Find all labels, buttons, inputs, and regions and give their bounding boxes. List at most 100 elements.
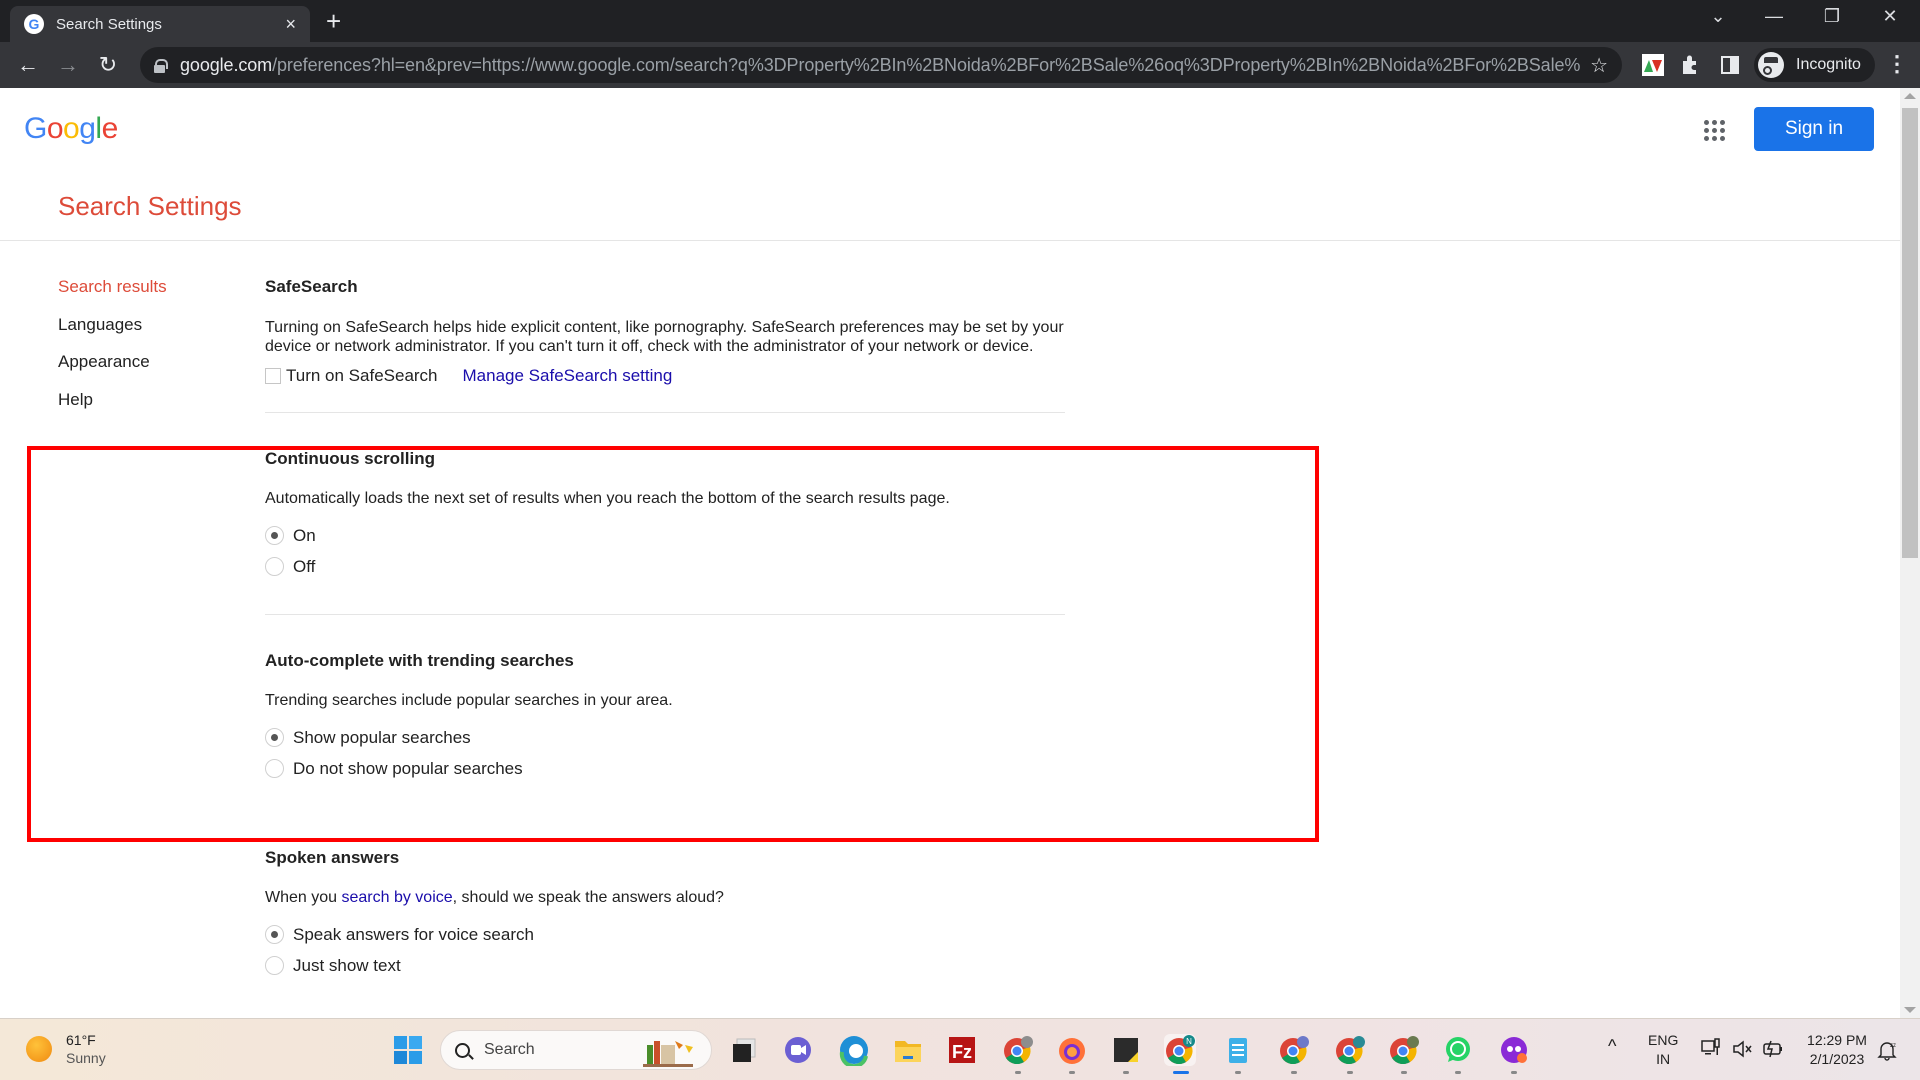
extensions-puzzle-icon[interactable] [1678,52,1704,78]
autocomplete-section: Auto-complete with trending searches Tre… [265,651,1065,784]
scrollbar-thumb[interactable] [1902,108,1918,558]
sidebar-item-search-results[interactable]: Search results [58,277,167,315]
radio-just-text[interactable] [265,956,284,975]
filezilla-icon[interactable]: Fz [946,1034,978,1066]
bookmark-star-icon[interactable]: ☆ [1590,53,1608,78]
clock-date: 2/1/2023 [1809,1051,1865,1067]
whatsapp-icon[interactable] [1442,1034,1474,1066]
firefox-private-icon[interactable] [1498,1034,1530,1066]
task-view-icon[interactable] [728,1034,760,1066]
new-tab-button[interactable]: + [326,8,341,34]
manage-safesearch-link[interactable]: Manage SafeSearch setting [463,366,673,386]
option-label: Speak answers for voice search [293,924,534,944]
hide-popular-searches-option[interactable]: Do not show popular searches [265,753,1065,784]
chrome-profile-icon[interactable] [1388,1034,1420,1066]
show-popular-searches-option[interactable]: Show popular searches [265,722,1065,753]
side-panel-icon[interactable] [1717,52,1743,78]
active-window-indicator [1173,1071,1189,1074]
google-apps-icon[interactable] [1702,118,1726,142]
chrome-profile-icon[interactable] [1278,1034,1310,1066]
back-button[interactable]: ← [14,52,42,78]
forward-button[interactable]: → [54,52,82,78]
sunny-weather-icon [26,1036,52,1062]
minimize-button[interactable]: — [1754,6,1794,27]
language-indicator[interactable]: ENG IN [1648,1031,1678,1069]
weather-widget[interactable]: 61°F Sunny [26,1031,106,1067]
desc-prefix: When you [265,889,342,906]
tray-overflow-chevron-icon[interactable]: ^ [1608,1037,1616,1056]
safesearch-section: SafeSearch Turning on SafeSearch helps h… [265,277,1065,387]
section-divider [265,614,1065,615]
firefox-icon[interactable] [1056,1034,1088,1066]
running-indicator [1455,1071,1461,1074]
option-label: Just show text [293,955,401,975]
running-indicator [1069,1071,1075,1074]
logo-letter: g [79,112,96,145]
safesearch-checkbox-label[interactable]: Turn on SafeSearch [286,366,438,386]
chrome-active-window-icon[interactable]: N [1164,1034,1196,1066]
option-label: Show popular searches [293,727,471,747]
clock[interactable]: 12:29 PM 2/1/2023 [1800,1031,1874,1069]
continuous-scrolling-on-option[interactable]: On [265,520,1065,551]
settings-sidebar: Search results Languages Appearance Help [58,277,167,427]
running-indicator [1511,1071,1517,1074]
sign-in-button[interactable]: Sign in [1754,107,1874,151]
speak-answers-option[interactable]: Speak answers for voice search [265,919,1065,950]
browser-titlebar: G Search Settings × + ⌄ — ❐ ✕ [0,0,1920,42]
lock-icon[interactable] [154,58,168,73]
incognito-profile-button[interactable]: Incognito [1754,48,1875,82]
tab-title: Search Settings [56,15,162,33]
spoken-answers-description: When you search by voice, should we spea… [265,888,1065,907]
tab-search-chevron-icon[interactable]: ⌄ [1698,6,1738,27]
continuous-scrolling-section: Continuous scrolling Automatically loads… [265,449,1065,582]
battery-charging-icon[interactable] [1762,1039,1784,1059]
search-settings-page: Google Sign in Search Settings Search re… [0,88,1900,1018]
network-icon[interactable] [1700,1037,1722,1059]
desc-suffix: , should we speak the answers aloud? [452,889,724,906]
windows-start-icon[interactable] [392,1034,424,1066]
extension-icon[interactable] [1640,52,1666,78]
svg-text:N: N [1186,1037,1192,1046]
google-logo[interactable]: Google [24,112,118,146]
radio-off[interactable] [265,557,284,576]
sidebar-item-languages[interactable]: Languages [58,315,167,353]
scroll-up-arrow-icon[interactable] [1904,93,1916,99]
notifications-bell-icon[interactable]: zz [1876,1039,1898,1061]
restore-button[interactable]: ❐ [1812,6,1852,27]
file-explorer-icon[interactable] [892,1034,924,1066]
teams-chat-icon[interactable] [782,1034,814,1066]
tab-close-icon[interactable]: × [285,14,296,35]
volume-muted-icon[interactable] [1732,1039,1754,1059]
continuous-scrolling-title: Continuous scrolling [265,449,435,468]
just-show-text-option[interactable]: Just show text [265,950,1065,981]
reload-button[interactable]: ↻ [94,52,122,78]
taskbar-search-box[interactable]: Search [440,1030,712,1070]
radio-show-popular[interactable] [265,728,284,747]
chrome-profile-icon[interactable] [1334,1034,1366,1066]
scroll-down-arrow-icon[interactable] [1904,1007,1916,1013]
sidebar-item-help[interactable]: Help [58,390,167,428]
browser-tab-active[interactable]: G Search Settings × [10,6,310,42]
option-label: On [293,525,316,545]
radio-hide-popular[interactable] [265,759,284,778]
continuous-scrolling-off-option[interactable]: Off [265,551,1065,582]
search-by-voice-link[interactable]: search by voice [341,889,452,906]
safesearch-checkbox[interactable] [265,368,281,384]
taskbar-search-label: Search [484,1041,535,1058]
close-window-button[interactable]: ✕ [1870,6,1910,27]
radio-speak-answers[interactable] [265,925,284,944]
radio-on[interactable] [265,526,284,545]
sidebar-item-appearance[interactable]: Appearance [58,352,167,390]
url-text[interactable]: google.com/preferences?hl=en&prev=https:… [180,55,1580,76]
url-host: google.com [180,54,273,75]
sticky-notes-icon[interactable] [1110,1034,1142,1066]
incognito-icon [1758,52,1784,78]
page-scrollbar[interactable] [1900,88,1920,1018]
chrome-profile-icon[interactable] [1002,1034,1034,1066]
browser-menu-icon[interactable]: ⋮ [1886,50,1908,78]
logo-letter: e [101,112,119,145]
safesearch-option-row: Turn on SafeSearch Manage SafeSearch set… [265,365,1065,387]
notepad-icon[interactable] [1222,1034,1254,1066]
edge-browser-icon[interactable] [838,1034,870,1069]
address-bar[interactable]: google.com/preferences?hl=en&prev=https:… [140,47,1622,83]
